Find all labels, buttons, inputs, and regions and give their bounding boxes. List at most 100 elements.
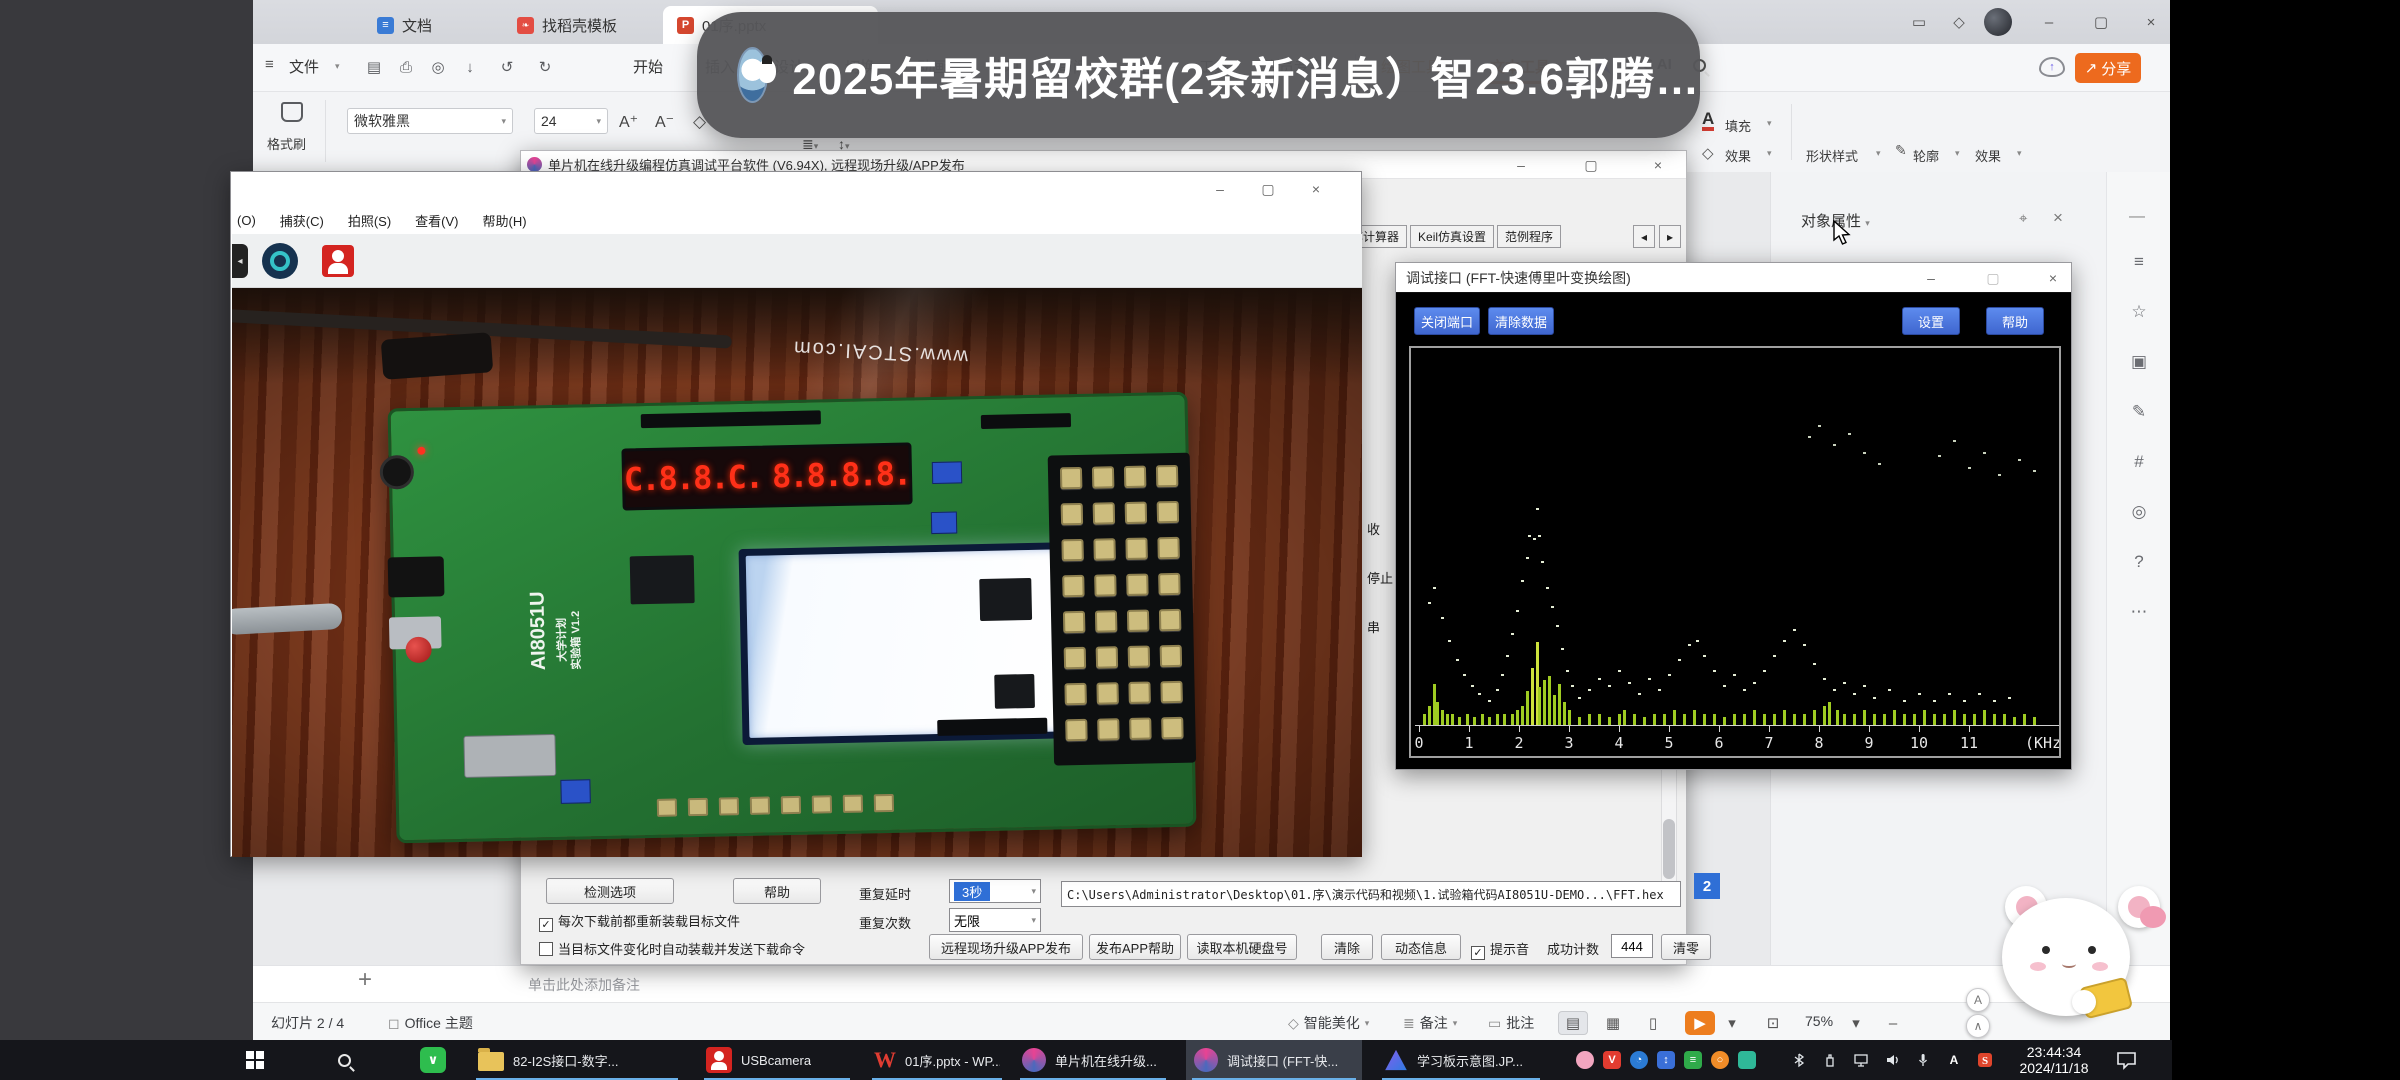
export-pdf-icon[interactable]: ↓ [459,56,481,78]
restore-button[interactable]: ▢ [2086,8,2116,36]
text-fill-color-icon[interactable]: A [1702,110,1714,131]
fft-minimize-button[interactable]: – [1914,266,1948,290]
tray-pink-app-icon[interactable] [1576,1051,1594,1069]
edit-icon[interactable]: ✎ [2121,394,2157,430]
camera-menu-4[interactable]: 查看(V) [415,211,458,230]
view-sorter-button[interactable]: ▦ [1598,1011,1628,1035]
undo-icon[interactable]: ↺ [496,56,518,78]
taskbar-item-7[interactable]: 单片机在线升级... [1014,1040,1172,1080]
format-painter-icon[interactable] [281,102,303,122]
fft-maximize-button[interactable]: ▢ [1976,266,2010,290]
slide-number-badge[interactable]: 2 [1694,873,1720,899]
shape-outline-icon[interactable]: ✎ [1895,142,1907,159]
panel-close-icon[interactable]: × [2053,208,2063,228]
stc-minimize-button[interactable]: – [1504,153,1538,177]
read-disk-button[interactable]: 读取本机硬盘号 [1187,934,1297,960]
tray-blue-circle-icon[interactable]: ◔ [1630,1051,1648,1069]
text-effect-icon[interactable]: ◇ [1702,144,1714,162]
camera-close-button[interactable]: × [1299,177,1333,201]
increase-font-icon[interactable]: A⁺ [619,112,638,132]
taskbar-item-9[interactable]: 学习板示意图.JP... [1376,1040,1546,1080]
checkbox-checked-icon[interactable]: ✓ [1471,946,1485,960]
text-fill-label[interactable]: 填充 [1725,116,1751,135]
close-port-button[interactable]: 关闭端口 [1414,307,1480,335]
dynamic-info-button[interactable]: 动态信息 [1381,934,1461,960]
font-name-select[interactable]: 微软雅黑▾ [347,108,513,134]
tray-teal-app-icon[interactable] [1738,1051,1756,1069]
tray-speaker-icon[interactable] [1883,1051,1901,1069]
taskbar-item-8[interactable]: 调试接口 (FFT-快... [1186,1040,1362,1080]
tray-monitor-icon[interactable] [1852,1051,1870,1069]
format-painter-label[interactable]: 格式刷 [267,134,306,153]
taskbar-item[interactable]: ∨ [412,1040,462,1080]
mascot-collapse-button[interactable]: ∧ [1966,1014,1990,1038]
zoom-out-button[interactable]: – [1878,1011,1908,1035]
zoom-level[interactable]: 75% [1805,1013,1833,1029]
sidebar-collapse-tab[interactable]: ◂ [232,244,248,278]
properties-icon[interactable]: ≡ [2121,244,2157,280]
ribbon-menu-1[interactable]: 开始 [633,56,663,77]
stc-close-button[interactable]: × [1641,153,1675,177]
taskbar-item[interactable] [330,1040,384,1080]
stc-tab-3[interactable]: 范例程序 [1497,225,1561,248]
close-button[interactable]: × [2136,8,2166,36]
play-options-caret-icon[interactable]: ▾ [1717,1011,1747,1035]
taskbar-item-4[interactable]: 82-I2S接口-数字... [470,1040,684,1080]
publish-app-button[interactable]: 远程现场升级APP发布 [929,934,1083,960]
print-preview-icon[interactable]: ◎ [427,56,449,78]
taskbar-item-5[interactable]: USBcamera [698,1040,856,1080]
taskbar-item-6[interactable]: W01序.pptx - WP... [866,1040,1008,1080]
stc-scrollbar-thumb[interactable] [1663,819,1675,879]
shape-style-label[interactable]: 形状样式 [1806,146,1858,165]
text-effect-label[interactable]: 效果 [1725,146,1751,165]
stc-tab-2[interactable]: Keil仿真设置 [1410,225,1494,248]
success-count-input[interactable] [1611,934,1653,958]
cards-icon[interactable]: ▣ [2121,344,2157,380]
clear-data-button[interactable]: 清除数据 [1488,307,1554,335]
tray-sogou-icon[interactable]: S [1976,1051,1994,1069]
tray-red-shield-icon[interactable]: V [1603,1051,1621,1069]
checkbox-unchecked-icon[interactable] [539,942,553,956]
wps-doc-tab[interactable]: ❧找稻壳模板 [503,6,661,44]
action-center-icon[interactable] [2116,1050,2138,1070]
font-size-select[interactable]: 24▾ [534,108,608,134]
shape-effect-label[interactable]: 效果 [1975,146,2001,165]
help-icon[interactable]: ? [2121,544,2157,580]
layers-button[interactable]: ▭ [1904,8,1934,36]
collapse-dash-icon[interactable]: — [2129,208,2145,226]
reset-count-button[interactable]: 清零 [1661,934,1711,960]
desktop-pet-mascot[interactable] [1950,878,2180,1036]
find-icon[interactable]: ◎ [2121,494,2157,530]
tray-usb-icon[interactable] [1821,1051,1839,1069]
stc-maximize-button[interactable]: ▢ [1574,153,1608,177]
save-icon[interactable]: ▤ [363,56,385,78]
beautify-button[interactable]: ◇智能美化▾ [1288,1013,1369,1033]
stc-tab-next-icon[interactable]: ▸ [1659,225,1681,248]
decrease-font-icon[interactable]: A⁻ [655,112,674,132]
zoom-caret-icon[interactable]: ▾ [1841,1011,1871,1035]
shape-outline-label[interactable]: 轮廓 [1913,146,1939,165]
settings-button[interactable]: 设置 [1902,307,1960,335]
print-icon[interactable]: ⎙ [395,56,417,78]
camera-title-bar[interactable] [231,172,1361,205]
stc-tab-prev-icon[interactable]: ◂ [1633,225,1655,248]
camera-menu-5[interactable]: 帮助(H) [483,211,527,230]
taskbar-clock[interactable]: 23:44:34 2024/11/18 [2006,1044,2102,1076]
tray-blue-sync-icon[interactable]: ↕ [1657,1051,1675,1069]
notes-bar[interactable]: + 单击此处添加备注 [253,965,2170,1002]
hex-file-path-input[interactable] [1061,881,1681,907]
detect-options-button[interactable]: 检测选项 [546,878,674,904]
clear-button[interactable]: 清除 [1321,934,1373,960]
view-read-button[interactable]: ▯ [1638,1011,1668,1035]
camera-maximize-button[interactable]: ▢ [1251,177,1285,201]
publish-help-button[interactable]: 发布APP帮助 [1089,934,1181,960]
camera-settings-icon[interactable] [262,243,298,279]
notes-placeholder[interactable]: 单击此处添加备注 [528,975,640,995]
more-icon[interactable]: ⋯ [2121,594,2157,630]
tray-bluetooth-icon[interactable] [1790,1051,1808,1069]
notes-button[interactable]: ≣备注▾ [1403,1013,1457,1033]
camera-menu-3[interactable]: 拍照(S) [348,211,391,230]
grid-icon[interactable]: # [2121,444,2157,480]
autoload-checkbox[interactable]: 当目标文件变化时自动装载并发送下载命令 [539,939,805,958]
tray-microphone-icon[interactable] [1914,1051,1932,1069]
